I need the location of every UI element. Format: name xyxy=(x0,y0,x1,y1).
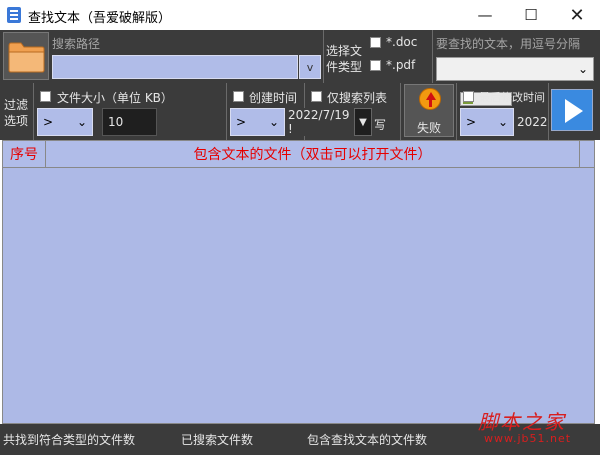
start-search-button[interactable] xyxy=(551,89,593,131)
column-divider[interactable] xyxy=(579,141,580,167)
created-date-dropdown[interactable]: ▼ xyxy=(354,108,372,136)
pdf-checkbox[interactable] xyxy=(370,60,381,71)
close-button[interactable]: ✕ xyxy=(554,0,600,30)
up-arrow-icon xyxy=(419,88,441,110)
status-searched-count: 已搜索文件数 xyxy=(181,433,254,447)
created-time-checkbox[interactable] xyxy=(233,91,244,102)
filter-label-2: 选项 xyxy=(4,114,29,128)
divider xyxy=(456,83,457,140)
file-size-checkbox[interactable] xyxy=(40,91,51,102)
modified-time-label: 最后修改时间 xyxy=(479,91,545,104)
divider xyxy=(548,83,549,140)
created-time-label: 创建时间 xyxy=(249,91,298,105)
file-size-operator-select[interactable]: > ⌄ xyxy=(37,108,93,136)
created-date-picker[interactable]: 2022/7/19 ! xyxy=(286,108,354,136)
divider xyxy=(226,83,227,140)
chevron-down-icon: ⌄ xyxy=(268,115,279,129)
search-path-label: 搜索路径 xyxy=(52,37,101,51)
watermark-title: 脚本之家 xyxy=(478,410,566,434)
operator-value: > xyxy=(236,115,247,129)
window-title: 查找文本（吾爱破解版） xyxy=(28,11,172,26)
search-path-dropdown[interactable]: v xyxy=(299,55,321,79)
search-path-input[interactable] xyxy=(52,55,298,79)
file-type-label: 选择文 xyxy=(326,44,363,58)
modified-date-picker[interactable]: 2022/7 xyxy=(515,108,547,136)
divider xyxy=(33,83,34,140)
grid-header: 序号 包含文本的文件（双击可以打开文件） xyxy=(3,141,594,168)
fail-button[interactable]: 失败 xyxy=(404,84,454,137)
watermark-url: www.jb51.net xyxy=(484,432,572,445)
search-text-select[interactable]: ⌄ xyxy=(436,57,594,81)
column-header-file[interactable]: 包含文本的文件（双击可以打开文件） xyxy=(46,141,579,167)
column-header-index[interactable]: 序号 xyxy=(3,141,45,167)
results-grid[interactable]: 序号 包含文本的文件（双击可以打开文件） xyxy=(2,140,595,424)
search-text-label: 要查找的文本，用逗号分隔 xyxy=(436,37,581,51)
chevron-down-icon: ⌄ xyxy=(497,115,508,129)
modified-time-operator-select[interactable]: > ⌄ xyxy=(460,108,514,136)
title-bar: 查找文本（吾爱破解版） — ☐ ✕ xyxy=(0,0,600,30)
app-icon xyxy=(7,7,21,23)
operator-value: > xyxy=(43,115,54,129)
doc-label: *.doc xyxy=(386,35,418,49)
list-only-label: 仅搜索列表 xyxy=(327,91,388,105)
file-type-label-2: 件类型 xyxy=(326,60,363,74)
chevron-down-icon: ⌄ xyxy=(76,115,87,129)
file-size-input[interactable]: 10 xyxy=(102,108,157,136)
file-size-label: 文件大小（单位 KB） xyxy=(57,91,173,105)
status-contains-count: 包含查找文本的文件数 xyxy=(307,433,428,447)
doc-checkbox[interactable] xyxy=(370,37,381,48)
status-matched-count: 共找到符合类型的文件数 xyxy=(3,433,136,447)
fail-button-label: 失败 xyxy=(416,121,441,135)
created-time-operator-select[interactable]: > ⌄ xyxy=(230,108,285,136)
list-only-checkbox[interactable] xyxy=(311,91,322,102)
list-only-suffix: 写 xyxy=(374,118,387,132)
operator-value: > xyxy=(466,115,477,129)
folder-icon xyxy=(8,42,45,73)
divider xyxy=(400,83,401,140)
browse-folder-button[interactable] xyxy=(3,32,49,80)
minimize-button[interactable]: — xyxy=(462,0,508,30)
divider xyxy=(432,30,433,83)
filter-label: 过滤 xyxy=(4,98,29,112)
chevron-down-icon: ⌄ xyxy=(577,62,588,76)
divider xyxy=(323,30,324,83)
watermark-logo: 脚本之家 www.jb51.net xyxy=(474,406,598,452)
modified-time-checkbox[interactable] xyxy=(463,91,474,102)
pdf-label: *.pdf xyxy=(386,58,416,72)
maximize-button[interactable]: ☐ xyxy=(508,0,554,30)
